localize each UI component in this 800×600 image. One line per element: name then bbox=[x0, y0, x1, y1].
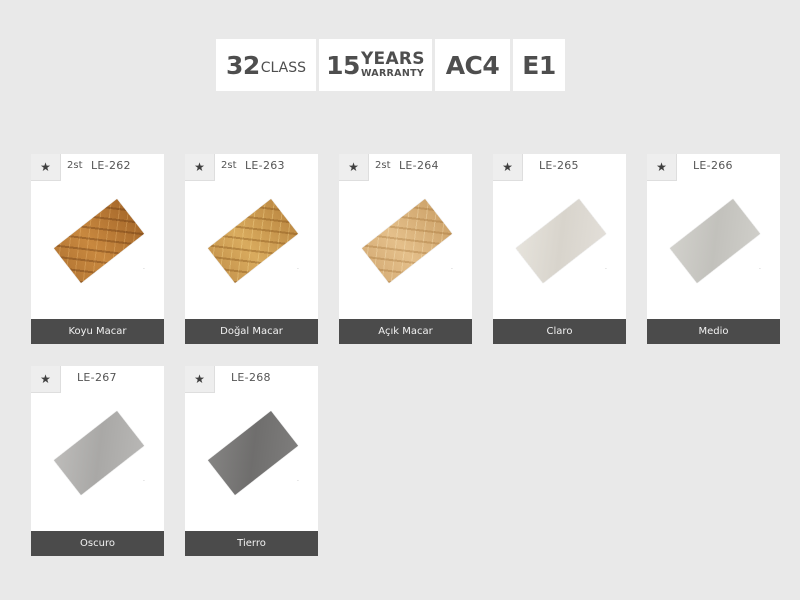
class-number: 32 bbox=[225, 50, 260, 80]
class-badge: 32 CLASS bbox=[216, 39, 316, 91]
warranty-label: WARRANTY bbox=[360, 68, 425, 80]
product-count: 2st bbox=[221, 160, 237, 171]
divider-dot: · bbox=[297, 266, 299, 273]
divider-dot: · bbox=[297, 478, 299, 485]
product-image[interactable] bbox=[53, 199, 145, 283]
product-name[interactable]: Doğal Macar bbox=[185, 319, 318, 344]
star-icon[interactable]: ★ bbox=[185, 154, 215, 181]
star-icon[interactable]: ★ bbox=[647, 154, 677, 181]
warranty-badge: 15 YEARS WARRANTY bbox=[319, 39, 432, 91]
divider-dot: · bbox=[143, 266, 145, 273]
product-card[interactable]: ★ LE-265 · Claro bbox=[493, 154, 626, 344]
ac-badge: AC4 bbox=[435, 39, 510, 91]
star-icon[interactable]: ★ bbox=[493, 154, 523, 181]
divider-dot: · bbox=[605, 266, 607, 273]
product-image[interactable] bbox=[207, 199, 299, 283]
product-count: 2st bbox=[375, 160, 391, 171]
product-code: LE-268 bbox=[231, 371, 271, 384]
product-code: LE-267 bbox=[77, 371, 117, 384]
star-icon[interactable]: ★ bbox=[31, 366, 61, 393]
e-text: E1 bbox=[522, 50, 556, 80]
product-image[interactable] bbox=[515, 199, 607, 283]
star-icon[interactable]: ★ bbox=[185, 366, 215, 393]
e-badge: E1 bbox=[513, 39, 565, 91]
product-card[interactable]: ★ 2st LE-264 · Açık Macar bbox=[339, 154, 472, 344]
product-card[interactable]: ★ LE-268 · Tierro bbox=[185, 366, 318, 556]
product-name[interactable]: Claro bbox=[493, 319, 626, 344]
product-image[interactable] bbox=[207, 411, 299, 495]
product-code: LE-264 bbox=[399, 159, 439, 172]
product-count: 2st bbox=[67, 160, 83, 171]
product-name[interactable]: Açık Macar bbox=[339, 319, 472, 344]
product-name[interactable]: Koyu Macar bbox=[31, 319, 164, 344]
warranty-years: YEARS bbox=[360, 49, 425, 70]
product-card[interactable]: ★ 2st LE-262 · Koyu Macar bbox=[31, 154, 164, 344]
product-card[interactable]: ★ 2st LE-263 · Doğal Macar bbox=[185, 154, 318, 344]
class-text: CLASS bbox=[260, 60, 307, 76]
star-icon[interactable]: ★ bbox=[31, 154, 61, 181]
product-image[interactable] bbox=[361, 199, 453, 283]
product-card[interactable]: ★ LE-266 · Medio bbox=[647, 154, 780, 344]
product-code: LE-265 bbox=[539, 159, 579, 172]
product-image[interactable] bbox=[53, 411, 145, 495]
product-name[interactable]: Oscuro bbox=[31, 531, 164, 556]
product-code: LE-263 bbox=[245, 159, 285, 172]
product-image[interactable] bbox=[669, 199, 761, 283]
divider-dot: · bbox=[143, 478, 145, 485]
product-name[interactable]: Medio bbox=[647, 319, 780, 344]
product-name[interactable]: Tierro bbox=[185, 531, 318, 556]
warranty-number: 15 bbox=[326, 50, 360, 80]
divider-dot: · bbox=[451, 266, 453, 273]
product-card[interactable]: ★ LE-267 · Oscuro bbox=[31, 366, 164, 556]
divider-dot: · bbox=[759, 266, 761, 273]
product-code: LE-262 bbox=[91, 159, 131, 172]
product-code: LE-266 bbox=[693, 159, 733, 172]
ac-text: AC4 bbox=[445, 50, 500, 80]
star-icon[interactable]: ★ bbox=[339, 154, 369, 181]
feature-badges: 32 CLASS 15 YEARS WARRANTY AC4 E1 bbox=[216, 39, 565, 91]
